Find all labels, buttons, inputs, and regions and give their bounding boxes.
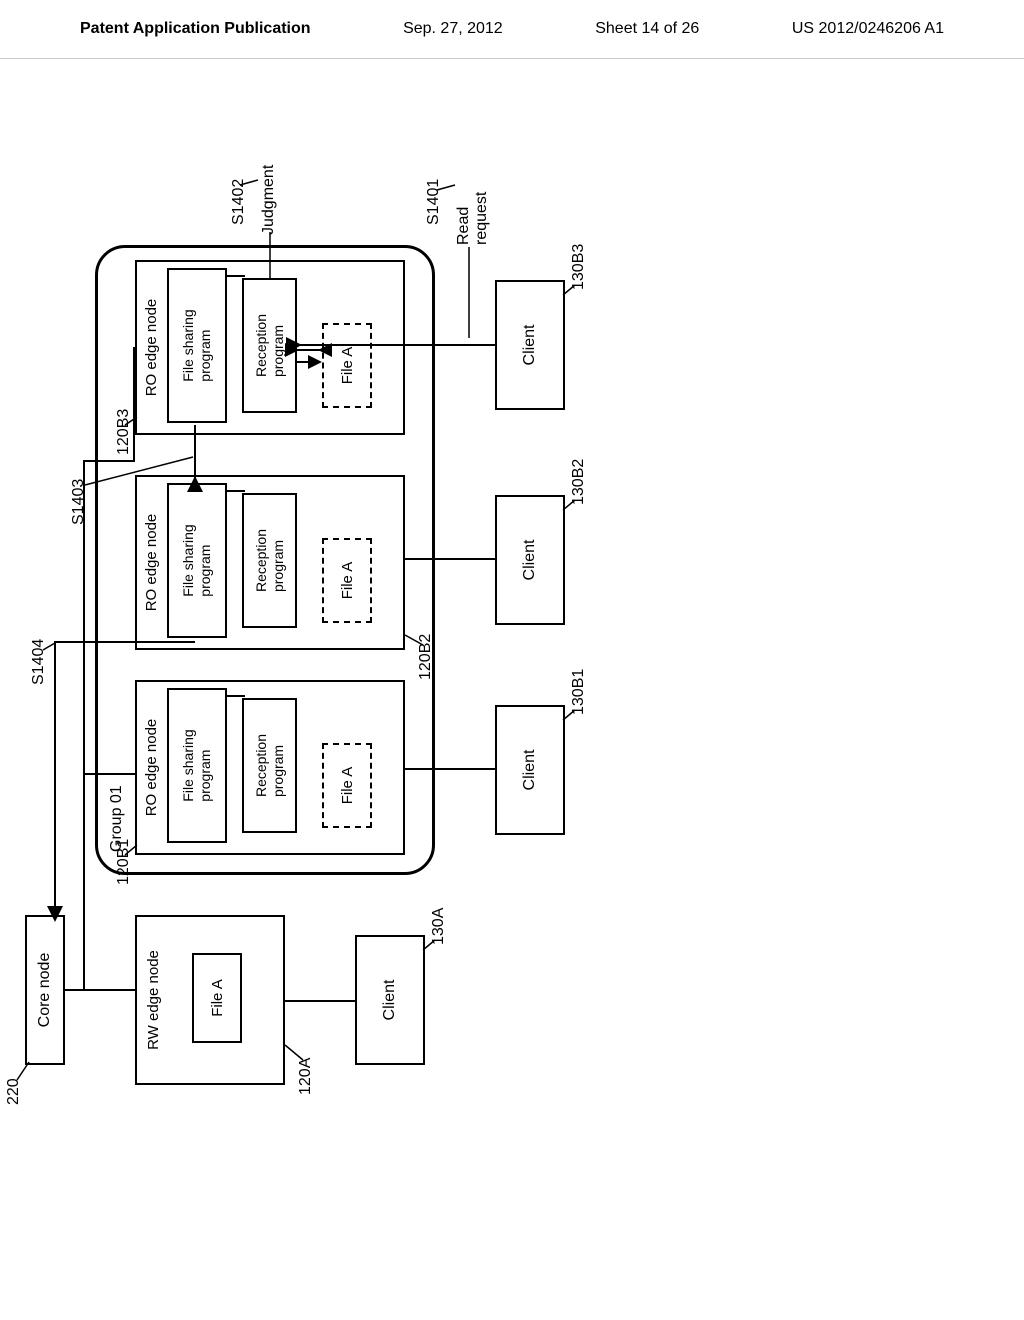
- leader-s1402: [240, 175, 260, 190]
- leader-ro2: [405, 630, 423, 645]
- ro1-rc-program: Receptionprogram: [242, 698, 297, 833]
- ro2-fs-text: File sharingprogram: [180, 524, 214, 596]
- client-b2: Client: [495, 495, 565, 625]
- ro3-rc-text: Receptionprogram: [253, 314, 287, 377]
- core-node: Core node: [25, 915, 65, 1065]
- ro1-rc-text: Receptionprogram: [253, 734, 287, 797]
- core-node-ref: 220: [5, 1078, 23, 1105]
- ro-edge-3-label: RO edge node: [143, 262, 160, 433]
- diagram: Fig. 14 Core node 220 RW edge node File …: [0, 265, 1024, 1115]
- ro-edge-2-label: RO edge node: [143, 477, 160, 648]
- line-ro1-client: [405, 768, 497, 770]
- rw-edge-ref: 120A: [297, 1058, 315, 1095]
- header-sheet: Sheet 14 of 26: [595, 20, 699, 38]
- client-b3-label: Client: [521, 325, 539, 366]
- leader-s1404: [43, 640, 58, 655]
- leader-client-b1: [563, 705, 578, 720]
- ro3-fs-text: File sharingprogram: [180, 309, 214, 381]
- core-node-label: Core node: [36, 953, 54, 1028]
- read-request-label: Read request: [455, 192, 491, 245]
- client-b3: Client: [495, 280, 565, 410]
- line-rw-client: [285, 1000, 357, 1002]
- line-ro2-client: [405, 558, 497, 560]
- rw-file-label: File A: [209, 979, 226, 1017]
- ro1-file-label: File A: [339, 767, 356, 805]
- ro1-inner-line: [225, 695, 245, 697]
- ro2-file-label: File A: [339, 562, 356, 600]
- leader-rw: [285, 1040, 305, 1060]
- leader-s1403: [85, 455, 195, 495]
- leader-read-request: [465, 245, 473, 340]
- ro2-rc-program: Receptionprogram: [242, 493, 297, 628]
- header-pubno: US 2012/0246206 A1: [792, 20, 944, 38]
- client-b1: Client: [495, 705, 565, 835]
- rw-file-a: File A: [192, 953, 242, 1043]
- judgment-label: Judgment: [260, 165, 278, 235]
- bus-down-rw: [83, 989, 137, 991]
- ro-edge-node-2: RO edge node File sharingprogram Recepti…: [135, 475, 405, 650]
- client-a: Client: [355, 935, 425, 1065]
- leader-client-b3: [563, 280, 578, 295]
- ro2-inner-line: [225, 490, 245, 492]
- ro1-file-a: File A: [322, 743, 372, 828]
- ro2-rc-text: Receptionprogram: [253, 529, 287, 592]
- leader-ro3: [125, 410, 140, 425]
- rw-edge-node: RW edge node File A: [135, 915, 285, 1085]
- ro3-inner-line: [225, 275, 245, 277]
- header-left: Patent Application Publication: [80, 20, 311, 38]
- leader-s1401: [437, 180, 457, 195]
- ro2-fs-program: File sharingprogram: [167, 483, 227, 638]
- ro3-fs-program: File sharingprogram: [167, 268, 227, 423]
- leader-judgment: [265, 230, 275, 280]
- arrow-s1404: [50, 640, 200, 920]
- ro3-rc-program: Receptionprogram: [242, 278, 297, 413]
- page-header: Patent Application Publication Sep. 27, …: [0, 0, 1024, 59]
- leader-client-a: [423, 935, 438, 950]
- leader-client-b2: [563, 495, 578, 510]
- leader-core: [17, 1060, 32, 1080]
- header-date: Sep. 27, 2012: [403, 20, 503, 38]
- bus-down-core: [65, 989, 85, 991]
- client-b1-label: Client: [521, 750, 539, 791]
- ro2-file-a: File A: [322, 538, 372, 623]
- rw-edge-label: RW edge node: [145, 917, 162, 1083]
- client-b2-label: Client: [521, 540, 539, 581]
- client-a-label: Client: [381, 980, 399, 1021]
